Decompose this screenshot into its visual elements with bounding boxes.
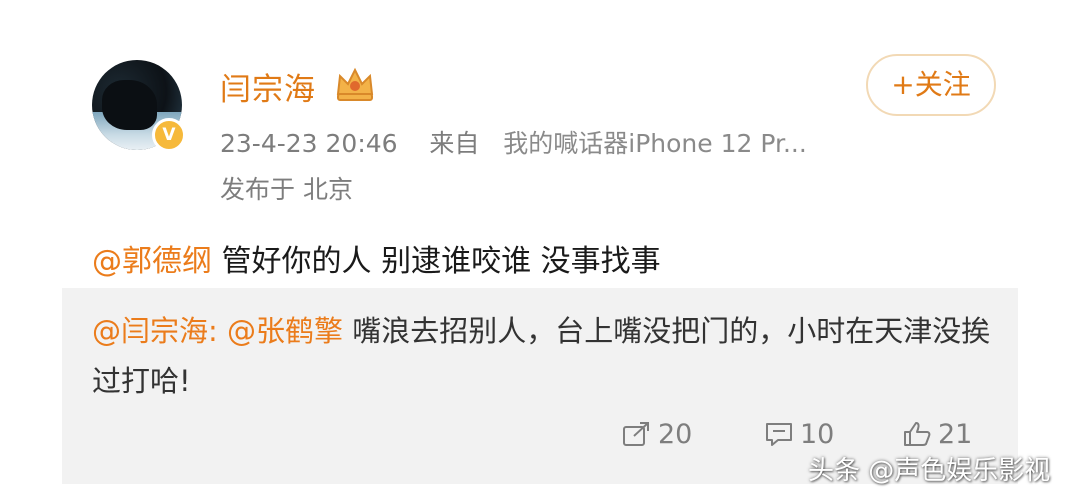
verified-badge-icon: V <box>152 118 186 152</box>
repost-text: @闫宗海: @张鹤擎 嘴浪去招别人，台上嘴没把门的，小时在天津没挨过打哈! <box>92 306 992 406</box>
weibo-post-card: V 闫宗海 +关注 23-4-23 20:46 来自 我的喊话器iPhone 1… <box>62 22 1018 484</box>
comment-icon <box>766 423 792 446</box>
post-meta: 23-4-23 20:46 来自 我的喊话器iPhone 12 Pr... <box>220 124 807 160</box>
comment-count: 10 <box>800 418 835 450</box>
post-location: 发布于 北京 <box>220 175 353 204</box>
watermark: 头条 @声色娱乐影视 <box>808 456 1051 486</box>
post-text: @郭德纲 管好你的人 别逮谁咬谁 没事找事 <box>92 236 661 280</box>
share-count: 20 <box>658 418 693 450</box>
share-icon <box>623 422 649 446</box>
username[interactable]: 闫宗海 <box>220 64 316 109</box>
like-count: 21 <box>938 418 973 450</box>
source-prefix: 来自 <box>429 129 480 158</box>
post-timestamp: 23-4-23 20:46 <box>220 129 398 158</box>
repost-mention-link[interactable]: @张鹤擎 <box>227 314 343 348</box>
like-icon <box>904 422 931 446</box>
post-body-text: 管好你的人 别逮谁咬谁 没事找事 <box>212 244 661 279</box>
share-button[interactable]: 20 <box>622 414 692 454</box>
avatar[interactable]: V <box>92 60 186 152</box>
follow-button[interactable]: +关注 <box>866 54 996 116</box>
repost-author-link[interactable]: @闫宗海: <box>92 314 218 348</box>
like-button[interactable]: 21 <box>902 414 972 454</box>
post-source[interactable]: 我的喊话器iPhone 12 Pr... <box>503 129 807 158</box>
comment-button[interactable]: 10 <box>764 414 834 454</box>
crown-icon <box>336 67 374 101</box>
post-mention-link[interactable]: @郭德纲 <box>92 244 212 279</box>
